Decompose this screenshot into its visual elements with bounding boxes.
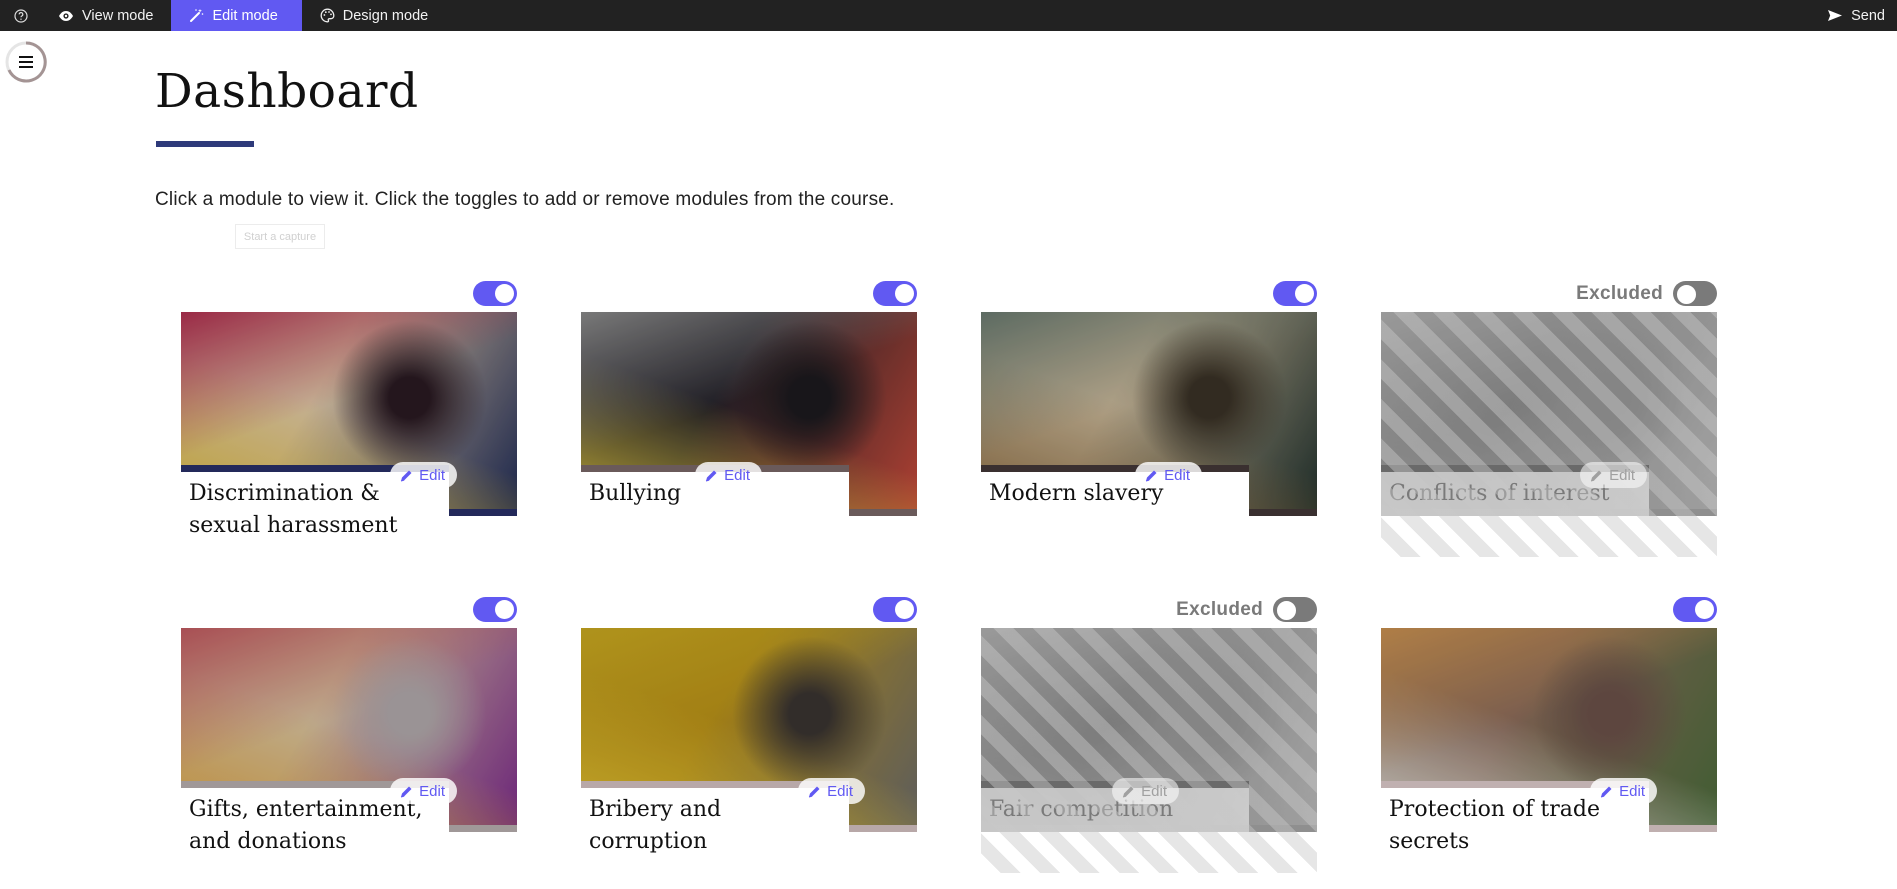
excluded-label: Excluded — [1576, 282, 1663, 304]
edit-module-button[interactable]: Edit — [695, 462, 762, 488]
edit-label: Edit — [419, 782, 445, 800]
pencil-icon — [1591, 470, 1602, 481]
module-card[interactable]: Protection of trade secrets Edit — [1381, 595, 1717, 865]
palette-icon — [320, 8, 335, 23]
edit-module-button[interactable]: Edit — [1135, 462, 1202, 488]
include-module-toggle[interactable] — [473, 597, 517, 622]
top-toolbar: View mode Edit mode Design mode Send — [0, 0, 1897, 31]
module-card[interactable]: Fair competition Edit Excluded — [981, 595, 1317, 873]
edit-module-button[interactable]: Edit — [1590, 778, 1657, 804]
pencil-icon — [1146, 470, 1157, 481]
title-accent-bar — [981, 465, 1249, 472]
include-toggle-row — [1673, 597, 1717, 622]
question-circle-icon — [14, 8, 28, 23]
edit-label: Edit — [1619, 782, 1645, 800]
send-button[interactable]: Send — [1809, 0, 1897, 31]
module-card[interactable]: Conflicts of interest Edit Excluded — [1381, 279, 1717, 557]
edit-module-button[interactable]: Edit — [1112, 778, 1179, 804]
module-card[interactable]: Gifts, entertainment, and donations Edit — [181, 595, 517, 865]
module-title[interactable]: Modern slavery — [989, 478, 1241, 510]
edit-module-button[interactable]: Edit — [390, 462, 457, 488]
tab-design-mode[interactable]: Design mode — [302, 0, 446, 31]
include-toggle-row — [473, 597, 517, 622]
edit-label: Edit — [419, 466, 445, 484]
page-title: Dashboard — [155, 64, 419, 119]
include-toggle-row — [873, 597, 917, 622]
magic-wand-icon — [190, 9, 204, 22]
module-card[interactable]: Bullying Edit — [581, 279, 917, 549]
pencil-icon — [401, 470, 412, 481]
tab-label: Edit mode — [212, 7, 278, 24]
include-toggle-row — [473, 281, 517, 306]
excluded-label: Excluded — [1176, 598, 1263, 620]
tab-view-mode[interactable]: View mode — [40, 0, 171, 31]
module-title[interactable]: Bribery and corruption — [589, 794, 841, 858]
include-toggle-row — [1273, 281, 1317, 306]
include-module-toggle[interactable] — [873, 597, 917, 622]
start-capture-button[interactable]: Start a capture — [235, 224, 325, 249]
include-module-toggle[interactable] — [1673, 281, 1717, 306]
include-module-toggle[interactable] — [473, 281, 517, 306]
module-title-box: Modern slavery — [981, 472, 1249, 516]
include-module-toggle[interactable] — [1273, 597, 1317, 622]
edit-module-button[interactable]: Edit — [798, 778, 865, 804]
include-module-toggle[interactable] — [1273, 281, 1317, 306]
pencil-icon — [1123, 786, 1134, 797]
title-underline — [156, 141, 254, 147]
edit-label: Edit — [1141, 782, 1167, 800]
edit-label: Edit — [1609, 466, 1635, 484]
tab-label: View mode — [82, 7, 154, 24]
module-card[interactable]: Discrimination & sexual harassment Edit — [181, 279, 517, 549]
intro-text: Click a module to view it. Click the tog… — [155, 189, 895, 210]
pencil-icon — [1601, 786, 1612, 797]
include-module-toggle[interactable] — [873, 281, 917, 306]
eye-icon — [59, 10, 73, 21]
edit-module-button[interactable]: Edit — [390, 778, 457, 804]
edit-module-button[interactable]: Edit — [1580, 462, 1647, 488]
tab-edit-mode[interactable]: Edit mode — [171, 0, 302, 31]
include-toggle-row — [873, 281, 917, 306]
send-label: Send — [1851, 7, 1885, 24]
menu-button[interactable] — [5, 41, 47, 83]
include-toggle-row: Excluded — [1576, 281, 1717, 306]
include-module-toggle[interactable] — [1673, 597, 1717, 622]
module-card[interactable]: Bribery and corruption Edit — [581, 595, 917, 865]
pencil-icon — [809, 786, 820, 797]
hamburger-icon — [5, 41, 47, 83]
edit-label: Edit — [1164, 466, 1190, 484]
tab-label: Design mode — [342, 7, 429, 24]
pencil-icon — [706, 470, 717, 481]
edit-label: Edit — [724, 466, 750, 484]
help-button[interactable] — [0, 0, 40, 31]
include-toggle-row: Excluded — [1176, 597, 1317, 622]
pencil-icon — [401, 786, 412, 797]
edit-label: Edit — [827, 782, 853, 800]
send-icon — [1828, 10, 1843, 21]
module-card[interactable]: Modern slavery Edit — [981, 279, 1317, 549]
